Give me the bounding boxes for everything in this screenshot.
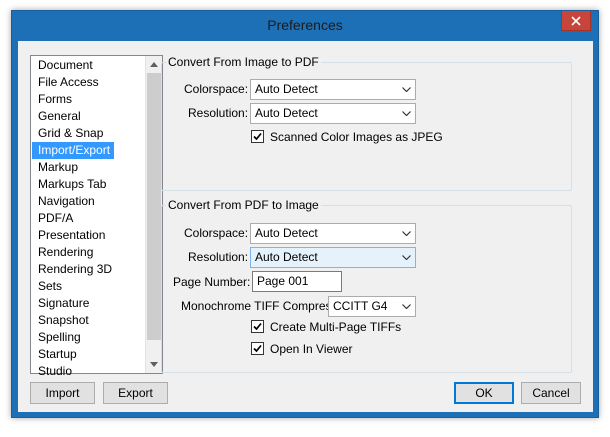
chevron-down-icon [150,362,158,367]
sidebar-item-grid-snap[interactable]: Grid & Snap [32,125,146,142]
tiff-compress-select[interactable]: CCITT G4 [328,296,416,317]
colorspace-label: Colorspace: [184,226,249,240]
scroll-up-button[interactable] [146,56,162,73]
sidebar-item-file-access[interactable]: File Access [32,74,146,91]
cancel-button[interactable]: Cancel [521,382,581,404]
page-number-input[interactable]: Page 001 [252,271,342,292]
checkmark-icon [253,322,262,331]
chevron-down-icon [400,297,412,316]
chevron-down-icon [400,104,412,123]
sidebar-item-sets[interactable]: Sets [32,278,146,295]
resolution-label: Resolution: [188,250,249,264]
sidebar-item-presentation[interactable]: Presentation [32,227,146,244]
sidebar-item-snapshot[interactable]: Snapshot [32,312,146,329]
sidebar-item-spelling[interactable]: Spelling [32,329,146,346]
tiff-compress-value: CCITT G4 [333,299,388,313]
scroll-thumb[interactable] [147,73,161,340]
pdf-resolution-select[interactable]: Auto Detect [250,247,416,268]
close-icon [571,15,581,26]
image-colorspace-value: Auto Detect [255,82,318,96]
pdf-colorspace-select[interactable]: Auto Detect [250,223,416,244]
scanned-jpeg-checkbox[interactable] [251,130,264,143]
scroll-down-button[interactable] [146,356,162,373]
image-colorspace-select[interactable]: Auto Detect [250,79,416,100]
sidebar-item-navigation[interactable]: Navigation [32,193,146,210]
chevron-down-icon [400,248,412,267]
chevron-down-icon [400,80,412,99]
pdf-resolution-value: Auto Detect [255,250,318,264]
sidebar-item-rendering-3d[interactable]: Rendering 3D [32,261,146,278]
import-button[interactable]: Import [30,382,95,404]
category-list-scrollbar[interactable] [145,56,162,373]
sidebar-item-markup[interactable]: Markup [32,159,146,176]
scanned-jpeg-label: Scanned Color Images as JPEG [270,130,443,144]
chevron-down-icon [400,224,412,243]
export-button[interactable]: Export [103,382,168,404]
close-button[interactable] [561,11,591,31]
sidebar-item-forms[interactable]: Forms [32,91,146,108]
sidebar-item-import-export[interactable]: Import/Export [32,142,114,159]
image-resolution-select[interactable]: Auto Detect [250,103,416,124]
image-to-pdf-title: Convert From Image to PDF [166,55,321,69]
pdf-to-image-title: Convert From PDF to Image [166,198,321,212]
pdf-colorspace-value: Auto Detect [255,226,318,240]
sidebar-item-pdf-a[interactable]: PDF/A [32,210,146,227]
dialog-client-area: Document File Access Forms General Grid & Sn… [18,41,593,412]
colorspace-label: Colorspace: [184,82,249,96]
category-list[interactable]: Document File Access Forms General Grid & Sn… [30,55,163,378]
sidebar-item-rendering[interactable]: Rendering [32,244,146,261]
multipage-tiff-label: Create Multi-Page TIFFs [270,320,402,334]
ok-button[interactable]: OK [454,382,514,404]
sidebar-item-studio[interactable]: Studio [32,363,146,380]
checkmark-icon [253,132,262,141]
multipage-tiff-checkbox[interactable] [251,320,264,333]
sidebar-item-startup[interactable]: Startup [32,346,146,363]
checkmark-icon [253,344,262,353]
chevron-up-icon [150,62,158,67]
resolution-label: Resolution: [188,106,249,120]
tiff-compress-label: Monochrome TIFF Compress: [181,299,341,313]
page-number-label: Page Number: [173,275,251,289]
open-in-viewer-label: Open In Viewer [270,342,353,356]
sidebar-item-document[interactable]: Document [32,57,146,74]
sidebar-item-markups-tab[interactable]: Markups Tab [32,176,146,193]
preferences-window: Preferences Document File Access Forms Gene… [11,10,599,418]
page-number-value: Page 001 [257,274,309,288]
sidebar-item-general[interactable]: General [32,108,146,125]
open-in-viewer-checkbox[interactable] [251,342,264,355]
image-resolution-value: Auto Detect [255,106,318,120]
sidebar-item-signature[interactable]: Signature [32,295,146,312]
category-list-items: Document File Access Forms General Grid & Sn… [31,57,146,380]
window-title: Preferences [267,17,343,33]
